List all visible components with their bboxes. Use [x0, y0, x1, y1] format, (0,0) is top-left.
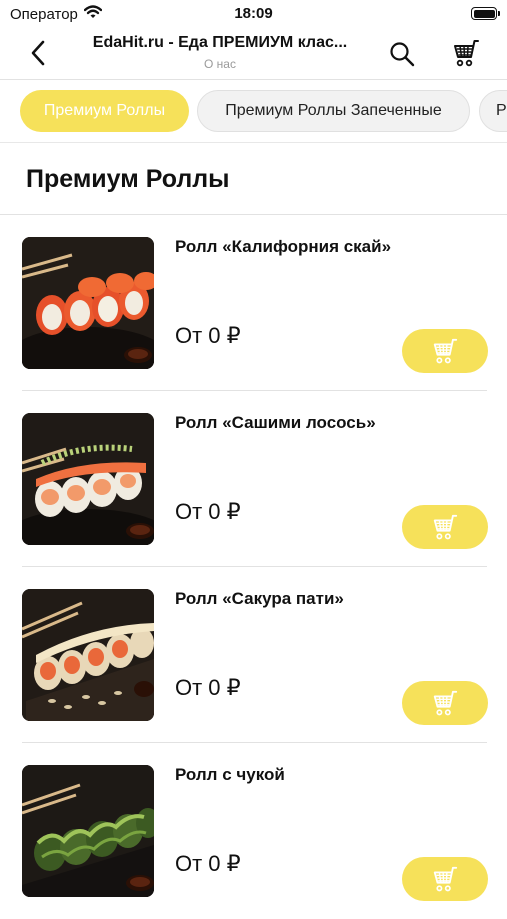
- category-chip-label: Р: [496, 102, 507, 119]
- product-image[interactable]: [22, 765, 154, 897]
- chevron-left-icon: [31, 40, 45, 66]
- page-subtitle: О нас: [204, 57, 236, 71]
- battery-icon: [471, 7, 500, 20]
- category-chip-premium-baked-rolls[interactable]: Премиум Роллы Запеченные: [197, 90, 470, 132]
- category-chip-premium-rolls[interactable]: Премиум Роллы: [20, 90, 189, 132]
- cart-icon: [433, 866, 458, 892]
- product-card[interactable]: Ролл с чукой От 0 ₽: [0, 743, 507, 919]
- cart-icon: [454, 40, 479, 67]
- product-image[interactable]: [22, 413, 154, 545]
- product-price: От 0 ₽: [175, 323, 241, 348]
- add-to-cart-button[interactable]: [402, 857, 488, 901]
- header-cart-button[interactable]: [448, 36, 484, 70]
- product-name: Ролл «Калифорния скай»: [175, 237, 392, 256]
- category-chip-label: Премиум Роллы: [43, 102, 166, 119]
- status-time: 18:09: [234, 5, 273, 22]
- search-icon: [390, 42, 415, 67]
- product-name: Ролл с чукой: [175, 765, 285, 784]
- page-title: EdaHit.ru - Еда ПРЕМИУМ клас...: [92, 34, 348, 51]
- product-price: От 0 ₽: [175, 675, 241, 700]
- cart-icon: [433, 690, 458, 716]
- product-image[interactable]: [22, 237, 154, 369]
- nav-bar: EdaHit.ru - Еда ПРЕМИУМ клас... О нас: [0, 28, 507, 78]
- product-name: Ролл «Сашими лосось»: [175, 413, 376, 432]
- category-chip-next[interactable]: Р: [479, 90, 507, 132]
- product-name: Ролл «Сакура пати»: [175, 589, 344, 608]
- product-card[interactable]: Ролл «Калифорния скай» От 0 ₽: [0, 215, 507, 391]
- nav-title-block: EdaHit.ru - Еда ПРЕМИУМ клас... О нас: [70, 34, 370, 71]
- product-price: От 0 ₽: [175, 499, 241, 524]
- add-to-cart-button[interactable]: [402, 329, 488, 373]
- cart-icon: [433, 514, 458, 540]
- add-to-cart-button[interactable]: [402, 681, 488, 725]
- product-card[interactable]: Ролл «Сашими лосось» От 0 ₽: [0, 391, 507, 567]
- category-chip-label: Премиум Роллы Запеченные: [225, 102, 442, 119]
- product-card[interactable]: Ролл «Сакура пати» От 0 ₽: [0, 567, 507, 743]
- product-price: От 0 ₽: [175, 851, 241, 876]
- search-button[interactable]: [386, 38, 418, 70]
- chips-divider: [0, 142, 507, 143]
- section-title: Премиум Роллы: [26, 165, 230, 193]
- category-chips: Премиум Роллы Премиум Роллы Запеченные Р: [0, 80, 507, 142]
- add-to-cart-button[interactable]: [402, 505, 488, 549]
- back-button[interactable]: [24, 38, 52, 68]
- status-bar: Оператор 18:09: [0, 0, 507, 28]
- product-image[interactable]: [22, 589, 154, 721]
- cart-icon: [433, 338, 458, 364]
